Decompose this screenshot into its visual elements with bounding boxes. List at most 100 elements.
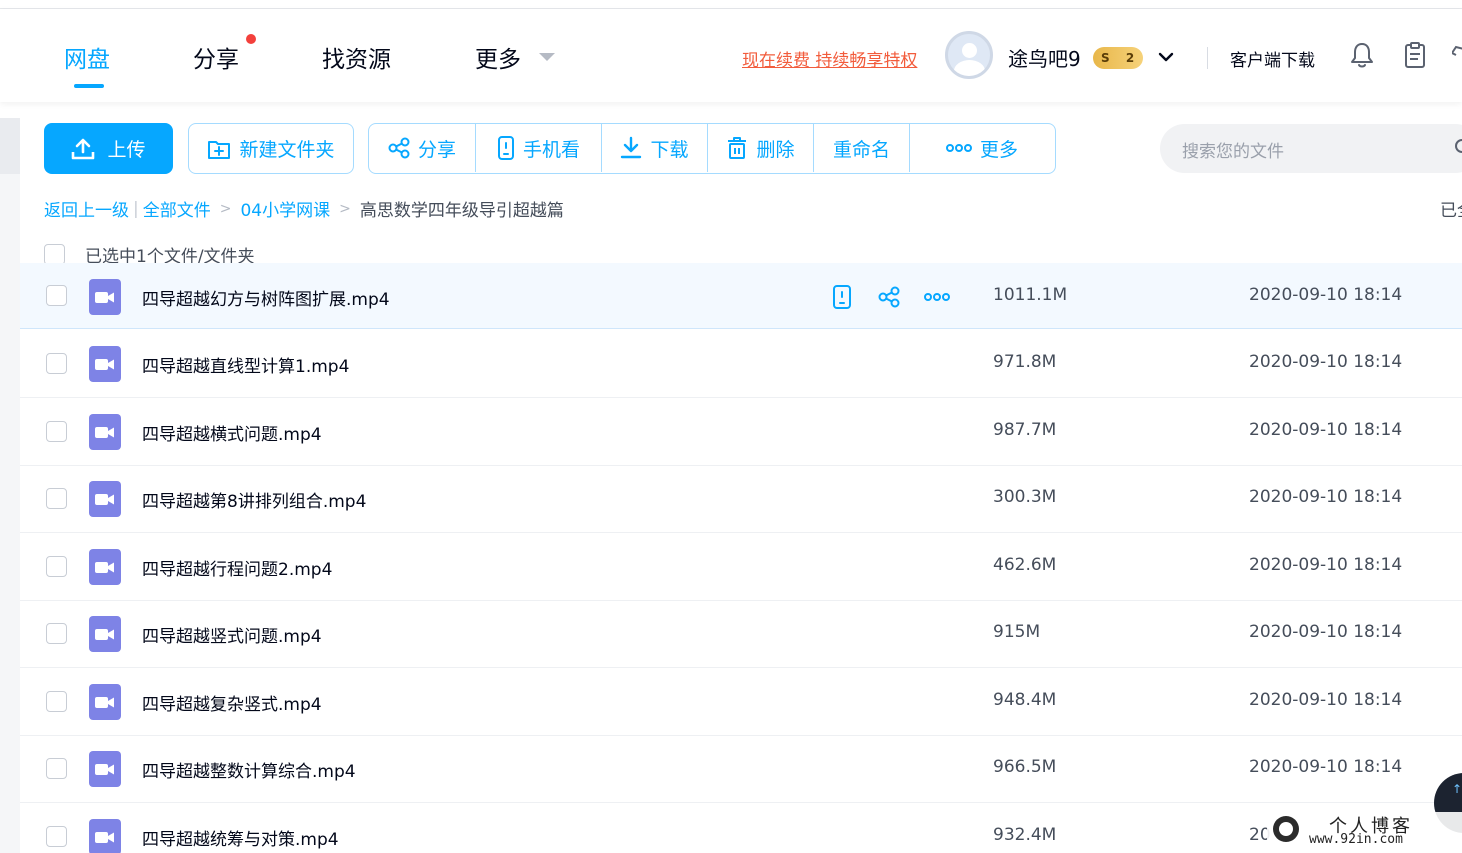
- nav-tab-share[interactable]: 分享: [193, 40, 239, 74]
- table-row[interactable]: 四导超越横式问题.mp4 987.7M 2020-09-10 18:14: [20, 398, 1462, 466]
- clipboard-icon[interactable]: [1402, 41, 1428, 69]
- watermark: 个人博客 www.92in.com: [1267, 812, 1462, 853]
- delete-button[interactable]: 删除: [708, 124, 814, 172]
- file-date: 2020-09-10 18:14: [1249, 690, 1403, 710]
- row-checkbox[interactable]: [46, 285, 67, 306]
- file-name[interactable]: 四导超越复杂竖式.mp4: [142, 690, 322, 715]
- table-row[interactable]: 四导超越竖式问题.mp4 915M 2020-09-10 18:14: [20, 600, 1462, 668]
- select-all-checkbox[interactable]: [44, 243, 65, 265]
- row-checkbox[interactable]: [46, 353, 67, 374]
- share-icon: [388, 137, 410, 159]
- breadcrumb-folder-link[interactable]: 04小学网课: [240, 196, 330, 221]
- new-folder-icon: [208, 140, 231, 159]
- bell-icon[interactable]: [1349, 41, 1375, 69]
- download-icon: [621, 136, 642, 159]
- share-button[interactable]: 分享: [369, 124, 476, 172]
- breadcrumb-arrow-icon: >: [339, 200, 351, 217]
- download-label: 下载: [650, 138, 689, 161]
- trash-icon: [728, 137, 747, 159]
- file-name[interactable]: 四导超越横式问题.mp4: [142, 420, 322, 445]
- nav-divider: [1207, 47, 1208, 69]
- new-folder-label: 新建文件夹: [239, 139, 335, 161]
- file-name[interactable]: 四导超越竖式问题.mp4: [142, 622, 322, 647]
- row-checkbox[interactable]: [46, 623, 67, 644]
- username[interactable]: 途鸟吧9: [1008, 43, 1081, 72]
- file-date: 2020-09-10 18:14: [1249, 622, 1403, 642]
- rename-label: 重命名: [832, 138, 890, 161]
- file-date: 2020-09-10 18:14: [1249, 352, 1403, 372]
- row-checkbox[interactable]: [46, 826, 67, 847]
- table-row[interactable]: 四导超越第8讲排列组合.mp4 300.3M 2020-09-10 18:14: [20, 465, 1462, 533]
- row-checkbox[interactable]: [46, 556, 67, 577]
- new-folder-button[interactable]: 新建文件夹: [188, 123, 354, 174]
- table-row[interactable]: 四导超越行程问题2.mp4 462.6M 2020-09-10 18:14: [20, 533, 1462, 601]
- search-icon[interactable]: [1454, 138, 1462, 158]
- table-row[interactable]: 四导超越复杂竖式.mp4 948.4M 2020-09-10 18:14: [20, 668, 1462, 736]
- sidebar-edge: [0, 118, 20, 853]
- file-name[interactable]: 四导超越整数计算综合.mp4: [142, 757, 356, 782]
- watermark-url: www.92in.com: [1309, 832, 1403, 847]
- search-input[interactable]: 搜索您的文件: [1160, 124, 1462, 173]
- upload-button[interactable]: 上传: [44, 123, 173, 174]
- phone-watch-button[interactable]: 手机看: [476, 124, 602, 172]
- file-size: 300.3M: [993, 487, 1057, 507]
- loaded-count-text: 已全: [1440, 201, 1462, 221]
- file-name[interactable]: 四导超越行程问题2.mp4: [142, 555, 332, 580]
- file-size: 462.6M: [993, 555, 1057, 575]
- more-dots-icon: [945, 144, 972, 152]
- user-menu-chevron-icon[interactable]: [1158, 49, 1174, 65]
- breadcrumb-arrow-icon: >: [219, 200, 232, 217]
- phone-icon: [497, 136, 514, 160]
- renew-promo-link[interactable]: 现在续费 持续畅享特权: [742, 46, 917, 71]
- row-checkbox[interactable]: [46, 758, 67, 779]
- rename-button[interactable]: 重命名: [814, 124, 910, 172]
- phone-icon[interactable]: [830, 284, 854, 310]
- video-file-icon: [89, 279, 121, 315]
- nav-tab-more[interactable]: 更多: [475, 40, 521, 74]
- shirt-icon[interactable]: [1452, 45, 1462, 65]
- video-file-icon: [89, 549, 121, 585]
- file-name[interactable]: 四导超越第8讲排列组合.mp4: [142, 487, 366, 512]
- table-row[interactable]: 四导超越统筹与对策.mp4 932.4M 20: [20, 803, 1462, 853]
- file-size: 987.7M: [993, 420, 1057, 440]
- breadcrumb: 返回上一级 | 全部文件 > 04小学网课 > 高思数学四年级导引超越篇: [44, 196, 564, 222]
- video-file-icon: [89, 819, 121, 853]
- table-row[interactable]: 四导超越整数计算综合.mp4 966.5M 2020-09-10 18:14: [20, 735, 1462, 803]
- row-checkbox[interactable]: [46, 421, 67, 442]
- table-row[interactable]: 四导超越幻方与树阵图扩展.mp4 1011.1M 2020-09-10 18:1…: [20, 263, 1462, 329]
- video-file-icon: [89, 414, 121, 450]
- file-size: 1011.1M: [993, 285, 1068, 305]
- file-date: 2020-09-10 18:14: [1249, 555, 1403, 575]
- row-checkbox[interactable]: [46, 691, 67, 712]
- file-name[interactable]: 四导超越直线型计算1.mp4: [142, 352, 349, 377]
- avatar[interactable]: [945, 31, 993, 79]
- file-date: 2020-09-10 18:14: [1249, 420, 1403, 440]
- download-button[interactable]: 下载: [602, 124, 708, 172]
- file-name[interactable]: 四导超越统筹与对策.mp4: [142, 825, 339, 850]
- video-file-icon: [89, 751, 121, 787]
- client-download-link[interactable]: 客户端下载: [1230, 46, 1315, 71]
- nav-tab-find-resources[interactable]: 找资源: [322, 40, 391, 74]
- breadcrumb-all-files-link[interactable]: 全部文件: [143, 196, 211, 221]
- active-tab-underline: [74, 84, 104, 88]
- file-actions-group: 分享 手机看 下载 删除 重命名 更多: [368, 123, 1056, 174]
- share-icon[interactable]: [877, 284, 901, 310]
- table-row[interactable]: 四导超越直线型计算1.mp4 971.8M 2020-09-10 18:14: [20, 330, 1462, 398]
- arrow-up-icon: ↑: [1452, 782, 1462, 796]
- file-date: 2020-09-10 18:14: [1249, 487, 1403, 507]
- nav-tab-netdisk[interactable]: 网盘: [64, 40, 110, 74]
- video-file-icon: [89, 684, 121, 720]
- more-chevron-icon[interactable]: [539, 53, 555, 61]
- watermark-logo-icon: [1273, 816, 1299, 842]
- upload-icon: [72, 138, 95, 159]
- notification-dot: [246, 34, 256, 44]
- file-size: 948.4M: [993, 690, 1057, 710]
- file-size: 966.5M: [993, 757, 1057, 777]
- breadcrumb-back-link[interactable]: 返回上一级: [44, 196, 129, 221]
- row-checkbox[interactable]: [46, 488, 67, 509]
- more-actions-button[interactable]: 更多: [910, 124, 1054, 172]
- file-name[interactable]: 四导超越幻方与树阵图扩展.mp4: [142, 285, 390, 310]
- more-dots-icon[interactable]: [923, 284, 951, 310]
- upload-label: 上传: [107, 139, 146, 161]
- video-file-icon: [89, 346, 121, 382]
